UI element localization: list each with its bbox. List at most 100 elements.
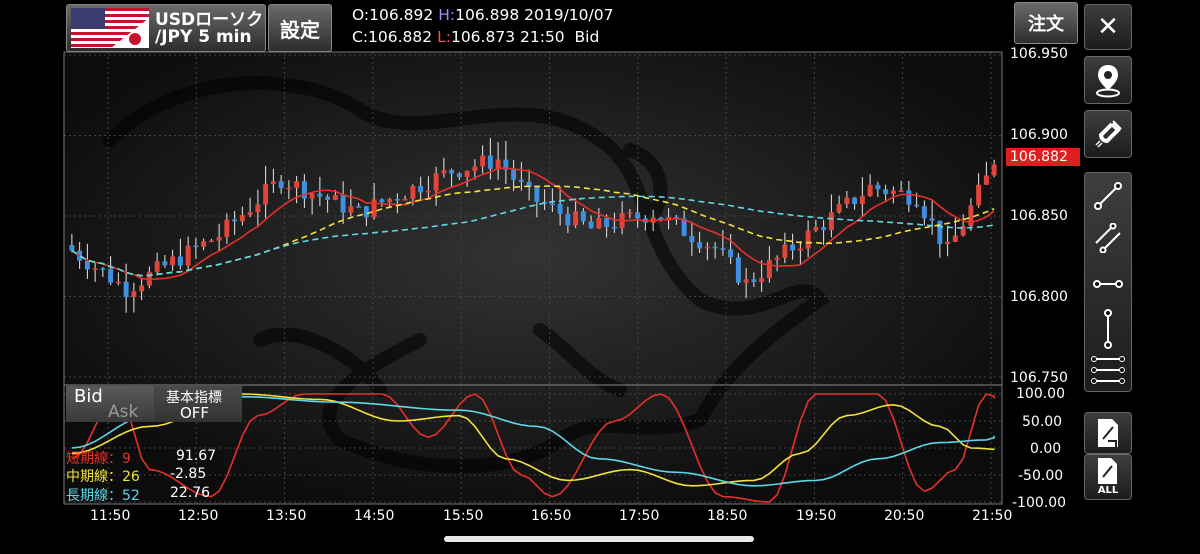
candle-up <box>991 164 997 176</box>
candle-down <box>751 279 757 282</box>
candle-up <box>797 248 803 251</box>
candle-up <box>976 184 982 206</box>
candle-up <box>945 241 951 245</box>
candle-down <box>635 212 641 219</box>
candle-up <box>859 195 865 205</box>
candle-down <box>325 196 331 200</box>
candle-up <box>472 166 478 171</box>
candle-up <box>208 240 214 243</box>
bid-ask-toggle[interactable]: Bid Ask <box>66 386 154 422</box>
candle-down <box>418 185 424 193</box>
candle-down <box>317 193 323 197</box>
candle-up <box>170 256 176 266</box>
candle-up <box>425 190 431 193</box>
price-tick: 106.950 <box>1010 46 1068 62</box>
osc-tick: 0.00 <box>1030 441 1062 457</box>
legend-mid: 中期線：26 -2.85 <box>66 466 206 486</box>
time-tick: 15:50 <box>443 508 484 524</box>
candle-down <box>557 203 563 214</box>
candle-up <box>766 259 772 279</box>
candle-up <box>828 212 834 231</box>
osc-tick: 50.00 <box>1022 414 1063 430</box>
candle-down <box>875 184 881 190</box>
candle-down <box>565 213 571 226</box>
candle-up <box>464 170 470 178</box>
candle-up <box>774 257 780 260</box>
candle-down <box>720 248 726 250</box>
candle-down <box>449 170 455 174</box>
candle-up <box>844 197 850 205</box>
time-tick: 17:50 <box>619 508 660 524</box>
time-tick: 11:50 <box>90 508 131 524</box>
time-tick: 14:50 <box>354 508 395 524</box>
candle-down <box>929 218 935 221</box>
candle-down <box>689 235 695 243</box>
candle-down <box>108 269 114 283</box>
candle-up <box>480 155 486 167</box>
candle-down <box>100 268 106 270</box>
candle-down <box>518 179 524 182</box>
candle-up <box>898 190 904 192</box>
candle-down <box>511 169 517 180</box>
candle-down <box>790 244 796 251</box>
price-tick: 106.750 <box>1010 370 1068 386</box>
candle-down <box>69 244 75 251</box>
home-indicator <box>444 536 754 542</box>
price-tick: 106.900 <box>1010 127 1068 143</box>
candle-up <box>332 194 338 200</box>
candle-up <box>294 181 300 188</box>
candle-up <box>216 236 222 241</box>
legend-long: 長期線：52 22.76 <box>66 485 210 505</box>
candle-up <box>185 245 191 266</box>
candle-down <box>340 194 346 213</box>
candle-down <box>162 261 168 266</box>
legend-mid-label: 中期線：26 <box>66 469 140 485</box>
candle-up <box>247 212 253 216</box>
candle-down <box>363 206 369 218</box>
ask-label: Ask <box>108 402 139 422</box>
candle-down <box>611 226 617 229</box>
candle-up <box>115 281 121 284</box>
candle-up <box>309 193 315 199</box>
candle-up <box>154 261 160 272</box>
candle-down <box>123 281 129 298</box>
candle-up <box>704 246 710 249</box>
indicator-toggle[interactable]: 基本指標 OFF <box>154 386 242 422</box>
candle-down <box>921 206 927 219</box>
candle-down <box>232 219 238 222</box>
time-tick: 13:50 <box>266 508 307 524</box>
candle-up <box>410 185 416 199</box>
time-tick: 12:50 <box>178 508 219 524</box>
candle-down <box>735 257 741 283</box>
time-tick: 18:50 <box>707 508 748 524</box>
candle-down <box>177 256 183 266</box>
candle-down <box>534 187 540 202</box>
candle-up <box>255 204 261 213</box>
candle-up <box>596 217 602 229</box>
candle-down <box>588 221 594 229</box>
candle-up <box>139 285 145 292</box>
candle-up <box>402 198 408 201</box>
candle-up <box>348 206 354 213</box>
candle-up <box>782 244 788 258</box>
time-tick: 20:50 <box>884 508 925 524</box>
candle-up <box>270 181 276 184</box>
candle-up <box>92 268 98 270</box>
bid-label: Bid <box>74 386 103 407</box>
candle-down <box>697 242 703 249</box>
price-tick: 106.850 <box>1010 208 1068 224</box>
legend-long-label: 長期線：52 <box>66 488 140 504</box>
candle-up <box>239 215 245 222</box>
candle-up <box>387 199 393 203</box>
osc-tick: -50.00 <box>1018 468 1064 484</box>
candle-up <box>805 230 811 249</box>
candle-up <box>743 279 749 283</box>
candle-up <box>131 291 137 298</box>
legend-long-value: 22.76 <box>170 485 211 501</box>
candle-down <box>456 173 462 178</box>
osc-tick: 100.00 <box>1016 386 1065 402</box>
time-tick: 19:50 <box>796 508 837 524</box>
legend-short: 短期線：9 91.67 <box>66 448 216 468</box>
bid-ask-panel: Bid Ask 基本指標 OFF <box>66 386 242 424</box>
candle-down <box>728 249 734 258</box>
